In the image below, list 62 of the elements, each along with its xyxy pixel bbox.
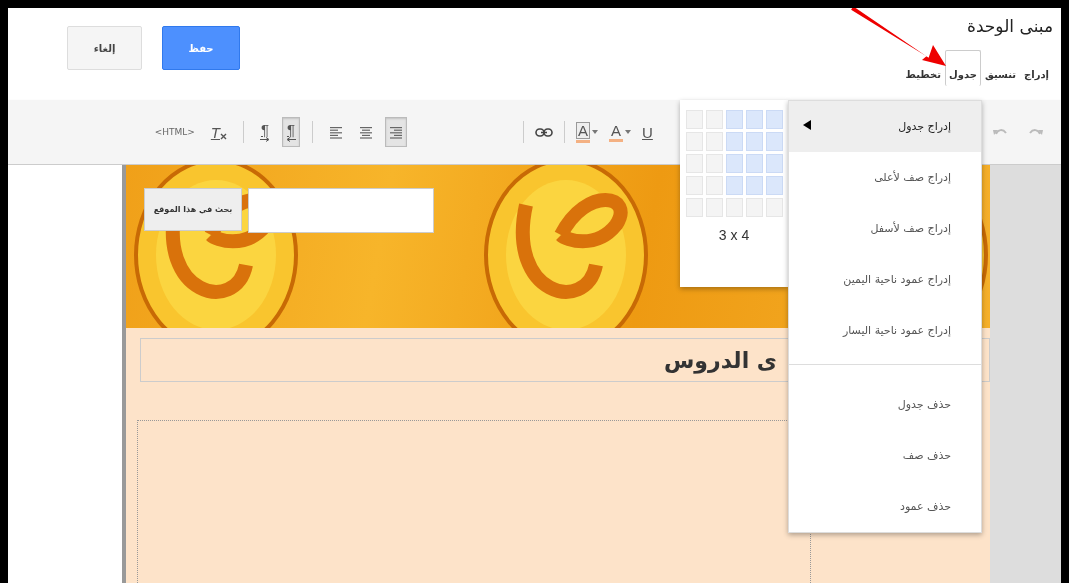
page-heading: ى الدروس <box>663 347 777 373</box>
grid-cell[interactable] <box>726 132 743 151</box>
menu-item[interactable]: إدراج صف لأسفل <box>789 203 981 254</box>
html-button[interactable]: <HTML> <box>150 117 199 147</box>
grid-cell[interactable] <box>726 198 743 217</box>
grid-cell[interactable] <box>746 198 763 217</box>
menu-item[interactable]: حذف عمود <box>789 481 981 532</box>
grid-cell[interactable] <box>686 154 703 173</box>
highlight-color-button[interactable]: A <box>572 117 602 147</box>
menu-tab[interactable]: تخطيط <box>901 50 946 86</box>
align-center-icon <box>359 125 373 139</box>
clear-format-button[interactable]: T <box>206 117 231 147</box>
grid-cell[interactable] <box>746 154 763 173</box>
menu-tab[interactable]: إدراج <box>1020 50 1053 86</box>
cross-icon <box>220 132 227 140</box>
align-right-button[interactable] <box>385 117 407 147</box>
grid-cell[interactable] <box>706 110 723 129</box>
page-title: مبنى الوحدة <box>967 16 1053 36</box>
grid-cell[interactable] <box>746 132 763 151</box>
caret-icon <box>625 130 631 134</box>
cancel-button[interactable]: إلغاء <box>67 26 142 70</box>
grid-cell[interactable] <box>706 176 723 195</box>
grid-cell[interactable] <box>726 176 743 195</box>
grid-cell[interactable] <box>766 198 783 217</box>
grid-cell[interactable] <box>766 110 783 129</box>
ltr-paragraph-button[interactable]: ¶ <box>256 117 274 147</box>
menu-item[interactable]: حذف صف <box>789 430 981 481</box>
caret-icon <box>592 130 598 134</box>
grid-cell[interactable] <box>706 154 723 173</box>
grid-cell[interactable] <box>766 176 783 195</box>
underline-button[interactable]: U <box>638 117 657 147</box>
grid-cell[interactable] <box>686 132 703 151</box>
grid-cell[interactable] <box>746 176 763 195</box>
menu-item[interactable]: إدراج عمود ناحية اليمين <box>789 254 981 305</box>
grid-cell[interactable] <box>706 198 723 217</box>
grid-cell[interactable] <box>686 110 703 129</box>
menu-item[interactable]: إدراج جدول <box>789 101 981 152</box>
grid-cell[interactable] <box>766 154 783 173</box>
grid-cell[interactable] <box>686 176 703 195</box>
right-arrow-icon <box>260 137 270 142</box>
menu-item[interactable]: حذف جدول <box>789 379 981 430</box>
grid-cell[interactable] <box>726 154 743 173</box>
search-button[interactable]: بحث في هذا الموقع <box>144 188 242 231</box>
left-arrow-icon <box>286 137 296 142</box>
search-field[interactable] <box>248 188 434 233</box>
menu-item[interactable]: إدراج صف لأعلى <box>789 152 981 203</box>
table-size-label: 3 x 4 <box>717 227 751 243</box>
redo-icon <box>1029 127 1043 137</box>
grid-cell[interactable] <box>706 132 723 151</box>
undo-icon <box>993 127 1007 137</box>
grid-cell[interactable] <box>746 110 763 129</box>
menu-tab[interactable]: تنسيق <box>980 50 1021 86</box>
menu-tab[interactable]: جدول <box>945 50 981 86</box>
text-color-button[interactable]: A <box>605 117 635 147</box>
rtl-paragraph-button[interactable]: ¶ <box>282 117 300 147</box>
align-left-icon <box>329 125 343 139</box>
grid-cell[interactable] <box>686 198 703 217</box>
align-right-icon <box>389 125 403 139</box>
link-icon <box>535 127 553 137</box>
grid-cell[interactable] <box>726 110 743 129</box>
menu-item[interactable]: إدراج عمود ناحية اليسار <box>789 305 981 356</box>
grid-cell[interactable] <box>766 132 783 151</box>
